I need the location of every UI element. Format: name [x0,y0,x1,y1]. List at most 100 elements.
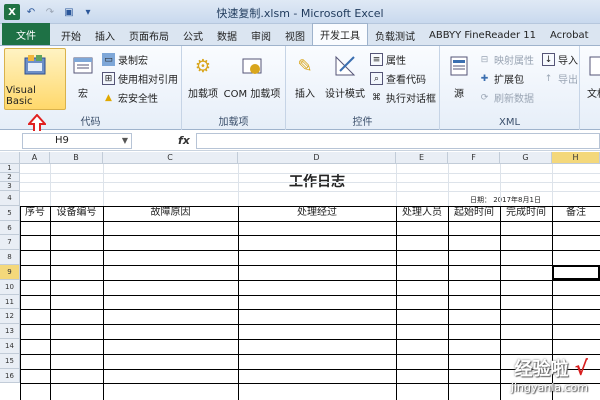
column-header[interactable]: G [500,152,552,164]
formula-bar: H9 ▼ fx [0,131,600,151]
tab-0[interactable]: 文件 [2,23,50,45]
macro-button[interactable]: 宏 [68,52,98,100]
tab-7[interactable]: 视图 [278,25,312,45]
column-header[interactable]: C [103,152,238,164]
chevron-down-icon[interactable]: ▼ [122,134,128,148]
tab-8[interactable]: 开发工具 [312,23,368,45]
row-header[interactable]: 2 [0,173,20,182]
addins-button[interactable]: ⚙ 加载项 [186,52,220,101]
visual-basic-button[interactable]: Visual Basic [6,52,64,107]
group-xml-label: XML [498,117,521,128]
table-border [20,324,600,326]
tab-4[interactable]: 公式 [176,25,210,45]
document-panel-button[interactable]: 文档 [584,52,600,100]
title-bar: X ↶ ↷ ▣ ▾ 快速复制.xlsm - Microsoft Excel [0,0,600,24]
map-properties-label: 映射属性 [494,56,534,67]
com-addins-button[interactable]: COM 加载项 [222,52,282,100]
tab-11[interactable]: Acrobat [543,25,596,45]
macro-label: 宏 [78,89,88,100]
column-header[interactable]: H [552,152,600,164]
row-header[interactable]: 16 [0,368,20,384]
name-box[interactable]: H9 ▼ [22,133,132,149]
row-header[interactable]: 9 [0,265,20,280]
tab-2[interactable]: 插入 [88,25,122,45]
tab-3[interactable]: 页面布局 [122,25,176,45]
macro-security-label: 宏安全性 [118,94,158,105]
row-header[interactable]: 5 [0,205,20,221]
export-label: 导出 [558,75,578,86]
import-button[interactable]: ↓ 导入 [542,52,578,67]
export-button[interactable]: ↑ 导出 [542,71,578,87]
table-header-cell[interactable]: 故障原因 [103,206,238,221]
row-header[interactable]: 8 [0,250,20,265]
tab-9[interactable]: 负载测试 [368,25,422,45]
table-header-cell[interactable]: 序号 [20,206,50,221]
sheet-title: 工作日志 [289,174,345,190]
export-icon: ↑ [544,73,553,84]
column-header[interactable]: E [396,152,448,164]
column-header[interactable]: D [238,152,396,164]
design-mode-button[interactable]: 设计模式 [320,52,370,100]
view-code-button[interactable]: ⌕ 查看代码 [370,71,426,86]
insert-function-button[interactable]: fx [178,134,190,147]
table-header-cell[interactable]: 处理人员 [396,206,448,221]
properties-button[interactable]: ≡ 属性 [370,52,406,67]
insert-control-button[interactable]: ✎ 插入 [290,52,320,101]
watermark-check-icon: √ [574,356,588,380]
row-header[interactable]: 7 [0,235,20,251]
tab-5[interactable]: 数据 [210,25,244,45]
gear-icon: ⚙ [194,55,212,77]
tab-1[interactable]: 开始 [54,25,88,45]
table-header-cell[interactable]: 设备编号 [50,206,103,221]
expansion-packs-button[interactable]: ✚ 扩展包 [478,71,524,87]
map-properties-button[interactable]: ⊟ 映射属性 [478,52,534,68]
warning-icon: ▲ [105,92,112,103]
row-header[interactable]: 10 [0,279,20,295]
macro-icon [69,52,97,80]
tab-6[interactable]: 审阅 [244,25,278,45]
refresh-data-button[interactable]: ⟳ 刷新数据 [478,90,534,106]
row-header[interactable]: 4 [0,191,20,206]
run-dialog-button[interactable]: ⌘ 执行对话框 [370,90,436,106]
selected-cell[interactable] [552,265,600,280]
source-button[interactable]: 源 [444,52,474,100]
row-header[interactable]: 14 [0,339,20,354]
group-document: 文档 [580,46,600,130]
group-controls: ✎ 插入 设计模式 ≡ 属性 ⌕ 查看代码 ⌘ 执行对话框 控件 [286,46,440,130]
row-header[interactable]: 3 [0,182,20,191]
table-header-cell[interactable]: 备注 [552,206,600,221]
macro-security-button[interactable]: ▲ 宏安全性 [102,90,158,106]
column-header[interactable]: B [50,152,103,164]
record-macro-label: 录制宏 [118,56,148,67]
row-header[interactable]: 1 [0,164,20,173]
gridline [20,191,600,192]
column-header[interactable]: F [448,152,500,164]
ribbon-tabs: 文件 开始 插入 页面布局 公式 数据 审阅 视图 开发工具 负载测试 ABBYY FineRead… [0,23,600,46]
row-header[interactable]: 13 [0,324,20,339]
row-header[interactable]: 6 [0,220,20,236]
run-dialog-icon: ⌘ [372,92,381,103]
tab-10[interactable]: ABBYY FineReader 11 [422,25,543,45]
table-header-cell[interactable]: 完成时间 [500,206,552,221]
view-code-label: 查看代码 [386,75,426,86]
formula-input[interactable] [196,133,600,149]
row-header[interactable]: 15 [0,353,20,369]
document-panel-icon [583,52,600,80]
gridline [20,182,600,183]
record-macro-button[interactable]: ▭ 录制宏 [102,52,148,67]
design-mode-label: 设计模式 [325,89,365,100]
row-header[interactable]: 12 [0,309,20,325]
gridline [20,173,600,174]
expansion-packs-icon: ✚ [480,73,489,84]
watermark-url: jingyanla.com [510,381,588,394]
column-header[interactable]: A [20,152,50,164]
select-all-corner[interactable] [0,152,20,164]
row-header[interactable]: 11 [0,294,20,310]
source-label: 源 [454,89,464,100]
table-header-cell[interactable]: 起始时间 [448,206,500,221]
group-controls-label: 控件 [352,117,373,128]
run-dialog-label: 执行对话框 [386,94,436,105]
relative-reference-button[interactable]: ⊞ 使用相对引用 [102,71,178,86]
tab-12[interactable]: 团队 [596,25,600,45]
table-header-cell[interactable]: 处理经过 [238,206,396,221]
